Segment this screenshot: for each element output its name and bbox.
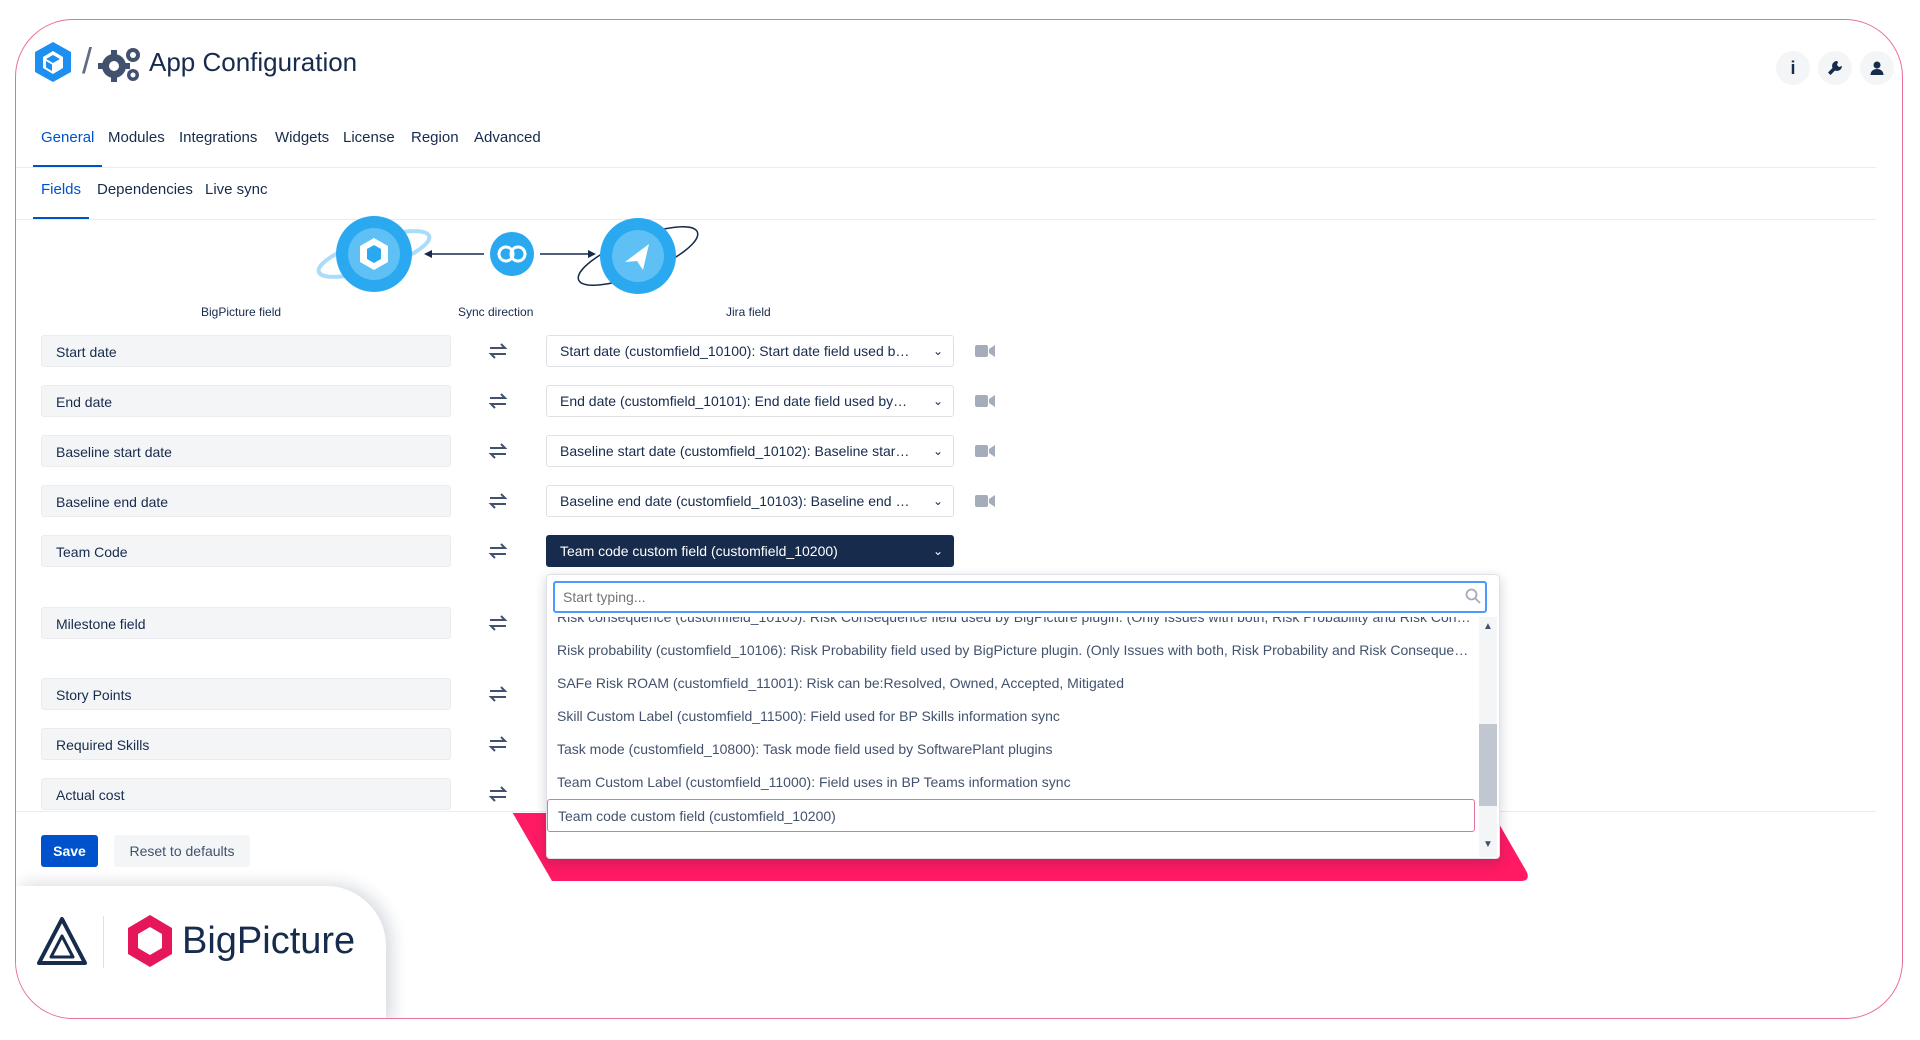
scroll-up-arrow-icon[interactable]: ▲	[1483, 621, 1493, 632]
video-camera-icon[interactable]	[974, 444, 996, 458]
tab-advanced[interactable]: Advanced	[474, 110, 541, 166]
tab-widgets[interactable]: Widgets	[275, 110, 329, 166]
chevron-down-icon: ⌄	[932, 344, 943, 358]
info-icon[interactable]: i	[1776, 51, 1810, 85]
user-glyph-icon	[1870, 61, 1884, 75]
sync-both-icon[interactable]	[487, 785, 509, 803]
bigpicture-field-milestone: Milestone field	[41, 607, 451, 639]
bigpicture-field-story-points: Story Points	[41, 678, 451, 710]
sub-tabs: Fields Dependencies Live sync	[16, 162, 1876, 220]
dropdown-option[interactable]: Team Custom Label (customfield_11000): F…	[547, 766, 1475, 799]
chevron-down-icon: ⌄	[932, 544, 943, 558]
app-frame: / App Configuration i General Modules In…	[15, 19, 1903, 1019]
search-icon	[1465, 588, 1481, 604]
jira-field-value: Baseline start date (customfield_10102):…	[560, 443, 910, 459]
brand-card: BigPicture	[16, 886, 386, 1018]
jira-field-select-baseline-start-date[interactable]: Baseline start date (customfield_10102):…	[546, 435, 954, 467]
jira-field-select-team-code[interactable]: Team code custom field (customfield_1020…	[546, 535, 954, 567]
page-title: App Configuration	[149, 47, 358, 77]
tab-integrations[interactable]: Integrations	[179, 110, 257, 166]
video-camera-icon[interactable]	[974, 344, 996, 358]
bigpicture-field-required-skills: Required Skills	[41, 728, 451, 760]
dropdown-option[interactable]: Risk consequence (customfield_10105): Ri…	[547, 617, 1475, 634]
dropdown-option[interactable]: Risk probability (customfield_10106): Ri…	[547, 634, 1475, 667]
sync-both-icon[interactable]	[487, 342, 509, 360]
tab-region[interactable]: Region	[411, 110, 459, 166]
dropdown-search-input[interactable]	[553, 581, 1487, 613]
bigpicture-field-team-code: Team Code	[41, 535, 451, 567]
main-tabs: General Modules Integrations Widgets Lic…	[16, 110, 1876, 168]
bigpicture-field-actual-cost: Actual cost	[41, 778, 451, 810]
video-camera-icon[interactable]	[974, 494, 996, 508]
wrench-icon[interactable]	[1818, 51, 1852, 85]
bigpicture-field-end-date: End date	[41, 385, 451, 417]
jira-field-select-end-date[interactable]: End date (customfield_10101): End date f…	[546, 385, 954, 417]
bigpicture-field-start-date: Start date	[41, 335, 451, 367]
wrench-glyph-icon	[1828, 61, 1842, 75]
bigpicture-field-baseline-end-date: Baseline end date	[41, 485, 451, 517]
sync-both-icon[interactable]	[487, 735, 509, 753]
scroll-down-arrow-icon[interactable]: ▼	[1483, 839, 1493, 850]
jira-field-value: Start date (customfield_10100): Start da…	[560, 343, 910, 359]
dropdown-option[interactable]: Skill Custom Label (customfield_11500): …	[547, 700, 1475, 733]
subtab-fields[interactable]: Fields	[32, 162, 90, 219]
column-header-bigpicture: BigPicture field	[201, 305, 282, 319]
user-icon[interactable]	[1860, 51, 1894, 85]
brand-separator	[103, 916, 104, 968]
sync-both-icon[interactable]	[487, 492, 509, 510]
atlassian-style-logo-icon	[37, 917, 87, 965]
subtab-dependencies[interactable]: Dependencies	[97, 162, 193, 218]
jira-field-select-baseline-end-date[interactable]: Baseline end date (customfield_10103): B…	[546, 485, 954, 517]
jira-field-dropdown: Risk consequence (customfield_10105): Ri…	[546, 574, 1500, 859]
jira-field-value: Baseline end date (customfield_10103): B…	[560, 493, 910, 509]
dropdown-option-selected[interactable]: Team code custom field (customfield_1020…	[547, 799, 1475, 832]
chevron-down-icon: ⌄	[932, 444, 943, 458]
jira-field-value: Team code custom field (customfield_1020…	[560, 543, 838, 559]
tab-modules[interactable]: Modules	[108, 110, 165, 166]
sync-illustration	[316, 216, 699, 294]
dropdown-option[interactable]: Task mode (customfield_10800): Task mode…	[547, 733, 1475, 766]
sync-both-icon[interactable]	[487, 392, 509, 410]
video-camera-icon[interactable]	[974, 394, 996, 408]
sync-both-icon[interactable]	[487, 442, 509, 460]
chevron-down-icon: ⌄	[932, 394, 943, 408]
bigpicture-field-baseline-start-date: Baseline start date	[41, 435, 451, 467]
jira-field-value: End date (customfield_10101): End date f…	[560, 393, 910, 409]
dropdown-options-list: Risk consequence (customfield_10105): Ri…	[547, 617, 1475, 857]
column-header-sync: Sync direction	[458, 305, 534, 319]
subtab-live-sync[interactable]: Live sync	[205, 162, 268, 218]
dropdown-scrollbar[interactable]: ▲ ▼	[1479, 617, 1497, 857]
save-button[interactable]: Save	[41, 835, 98, 867]
breadcrumb-separator: /	[82, 40, 93, 81]
reset-to-defaults-button[interactable]: Reset to defaults	[114, 835, 250, 867]
bigpicture-app-logo-icon[interactable]	[33, 41, 73, 83]
scrollbar-thumb[interactable]	[1479, 724, 1497, 806]
tab-license[interactable]: License	[343, 110, 395, 166]
sync-both-icon[interactable]	[487, 685, 509, 703]
brand-name: BigPicture	[182, 920, 356, 962]
jira-field-select-start-date[interactable]: Start date (customfield_10100): Start da…	[546, 335, 954, 367]
bigpicture-hexagon-logo-icon	[128, 915, 172, 967]
chevron-down-icon: ⌄	[932, 494, 943, 508]
tab-general[interactable]: General	[32, 110, 103, 167]
sync-both-icon[interactable]	[487, 614, 509, 632]
dropdown-option[interactable]: SAFe Risk ROAM (customfield_11001): Risk…	[547, 667, 1475, 700]
sync-both-icon[interactable]	[487, 542, 509, 560]
column-header-jira: Jira field	[726, 305, 771, 319]
gears-icon	[98, 48, 140, 82]
